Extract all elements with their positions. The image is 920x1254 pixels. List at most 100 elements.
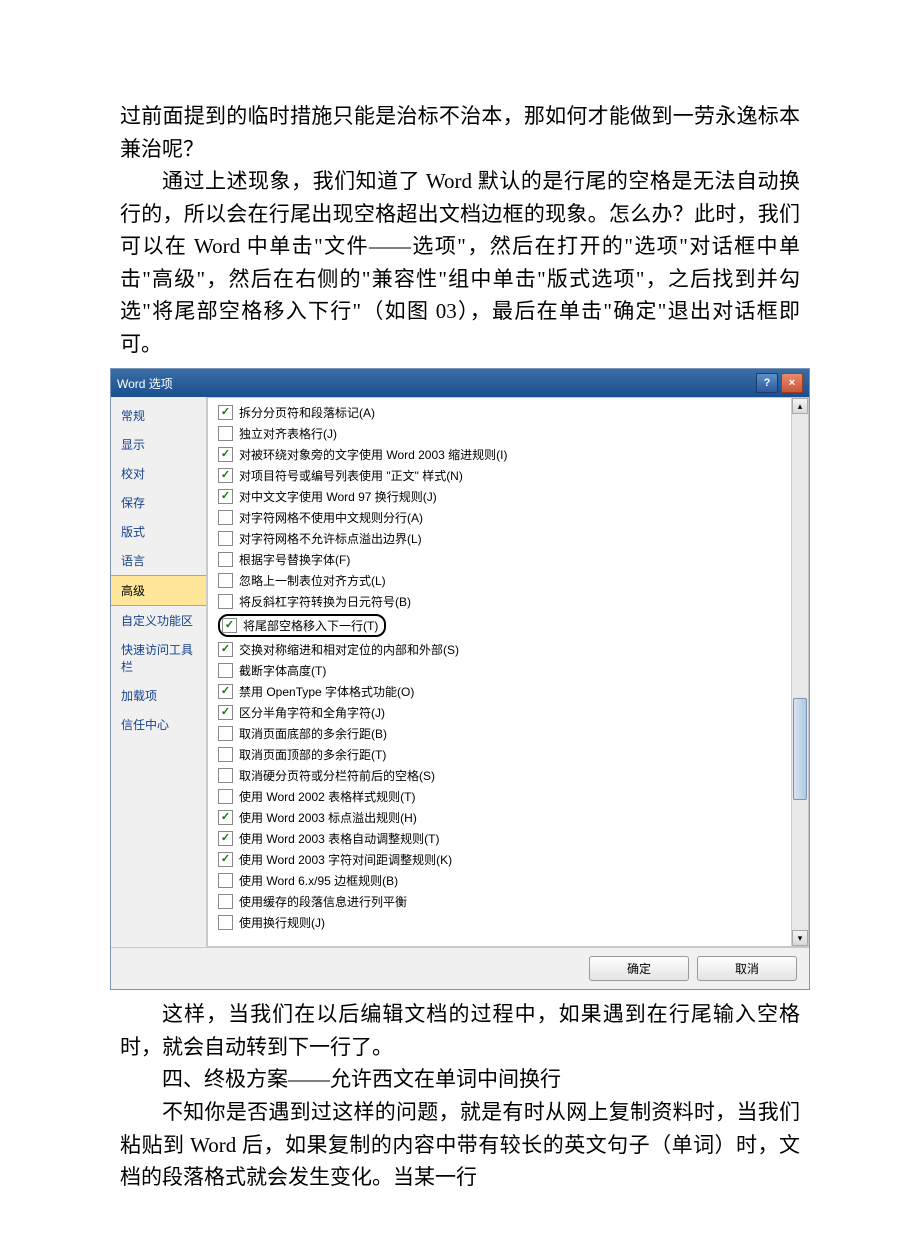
checkbox-icon[interactable] <box>218 705 233 720</box>
option-row[interactable]: 对项目符号或编号列表使用 "正文" 样式(N) <box>218 465 808 486</box>
option-label: 使用换行规则(J) <box>239 914 325 931</box>
option-row[interactable]: 取消页面顶部的多余行距(T) <box>218 744 808 765</box>
dialog-body: 常规显示校对保存版式语言高级自定义功能区快速访问工具栏加载项信任中心 拆分分页符… <box>111 397 809 947</box>
sidebar-item[interactable]: 信任中心 <box>111 710 206 739</box>
checkbox-icon[interactable] <box>218 447 233 462</box>
checkbox-icon[interactable] <box>218 810 233 825</box>
checkbox-icon[interactable] <box>218 468 233 483</box>
checkbox-icon[interactable] <box>218 831 233 846</box>
checkbox-icon[interactable] <box>218 789 233 804</box>
option-label: 对字符网格不使用中文规则分行(A) <box>239 509 423 526</box>
option-label: 取消页面底部的多余行距(B) <box>239 725 387 742</box>
checkbox-icon[interactable] <box>218 594 233 609</box>
option-row[interactable]: 使用 Word 6.x/95 边框规则(B) <box>218 870 808 891</box>
option-label: 根据字号替换字体(F) <box>239 551 350 568</box>
option-label: 交换对称缩进和相对定位的内部和外部(S) <box>239 641 459 658</box>
cancel-button[interactable]: 取消 <box>697 956 797 981</box>
option-row[interactable]: 对中文文字使用 Word 97 换行规则(J) <box>218 486 808 507</box>
checkbox-icon[interactable] <box>218 426 233 441</box>
paragraph-4: 不知你是否遇到过这样的问题，就是有时从网上复制资料时，当我们粘贴到 Word 后… <box>120 1096 800 1194</box>
option-row[interactable]: 将尾部空格移入下一行(T) <box>218 612 808 639</box>
checkbox-icon[interactable] <box>218 915 233 930</box>
checkbox-icon[interactable] <box>218 852 233 867</box>
option-label: 拆分分页符和段落标记(A) <box>239 404 375 421</box>
option-row[interactable]: 区分半角字符和全角字符(J) <box>218 702 808 723</box>
checkbox-icon[interactable] <box>218 768 233 783</box>
scrollbar[interactable]: ▴ ▾ <box>791 398 808 946</box>
options-list: 拆分分页符和段落标记(A) 独立对齐表格行(J) 对被环绕对象旁的文字使用 Word… <box>218 402 808 933</box>
checkbox-icon[interactable] <box>218 894 233 909</box>
scroll-down-icon[interactable]: ▾ <box>792 930 808 946</box>
paragraph-1: 过前面提到的临时措施只能是治标不治本，那如何才能做到一劳永逸标本兼治呢？ <box>120 100 800 165</box>
checkbox-icon[interactable] <box>218 510 233 525</box>
option-label: 取消硬分页符或分栏符前后的空格(S) <box>239 767 435 784</box>
option-row[interactable]: 取消页面底部的多余行距(B) <box>218 723 808 744</box>
sidebar-item[interactable]: 自定义功能区 <box>111 606 206 635</box>
highlighted-option[interactable]: 将尾部空格移入下一行(T) <box>218 614 386 637</box>
scroll-thumb[interactable] <box>793 698 807 800</box>
heading-4: 四、终极方案——允许西文在单词中间换行 <box>120 1063 800 1096</box>
option-row[interactable]: 使用 Word 2003 字符对间距调整规则(K) <box>218 849 808 870</box>
option-row[interactable]: 使用 Word 2002 表格样式规则(T) <box>218 786 808 807</box>
option-row[interactable]: 禁用 OpenType 字体格式功能(O) <box>218 681 808 702</box>
close-button[interactable]: × <box>781 373 803 393</box>
checkbox-icon[interactable] <box>218 552 233 567</box>
option-label: 区分半角字符和全角字符(J) <box>239 704 385 721</box>
checkbox-icon[interactable] <box>218 726 233 741</box>
option-row[interactable]: 对字符网格不允许标点溢出边界(L) <box>218 528 808 549</box>
dialog-footer: 确定 取消 <box>111 947 809 989</box>
sidebar-item[interactable]: 高级 <box>111 575 206 606</box>
option-row[interactable]: 截断字体高度(T) <box>218 660 808 681</box>
sidebar-item[interactable]: 保存 <box>111 488 206 517</box>
option-label: 将尾部空格移入下一行(T) <box>243 617 378 634</box>
help-button[interactable]: ? <box>756 373 778 393</box>
option-row[interactable]: 忽略上一制表位对齐方式(L) <box>218 570 808 591</box>
option-label: 使用 Word 2003 字符对间距调整规则(K) <box>239 851 452 868</box>
option-label: 忽略上一制表位对齐方式(L) <box>239 572 386 589</box>
option-label: 取消页面顶部的多余行距(T) <box>239 746 386 763</box>
option-label: 使用 Word 6.x/95 边框规则(B) <box>239 872 398 889</box>
sidebar-item[interactable]: 显示 <box>111 430 206 459</box>
option-row[interactable]: 独立对齐表格行(J) <box>218 423 808 444</box>
checkbox-icon[interactable] <box>218 873 233 888</box>
checkbox-icon[interactable] <box>222 618 237 633</box>
checkbox-icon[interactable] <box>218 663 233 678</box>
option-row[interactable]: 使用缓存的段落信息进行列平衡 <box>218 891 808 912</box>
document-page: 过前面提到的临时措施只能是治标不治本，那如何才能做到一劳永逸标本兼治呢？ 通过上… <box>0 0 920 1254</box>
dialog-titlebar: Word 选项 ? × <box>111 369 809 397</box>
checkbox-icon[interactable] <box>218 405 233 420</box>
option-row[interactable]: 对字符网格不使用中文规则分行(A) <box>218 507 808 528</box>
sidebar-item[interactable]: 语言 <box>111 546 206 575</box>
sidebar-item[interactable]: 常规 <box>111 401 206 430</box>
option-row[interactable]: 使用 Word 2003 表格自动调整规则(T) <box>218 828 808 849</box>
option-label: 对被环绕对象旁的文字使用 Word 2003 缩进规则(I) <box>239 446 507 463</box>
option-row[interactable]: 对被环绕对象旁的文字使用 Word 2003 缩进规则(I) <box>218 444 808 465</box>
checkbox-icon[interactable] <box>218 573 233 588</box>
checkbox-icon[interactable] <box>218 531 233 546</box>
option-row[interactable]: 使用换行规则(J) <box>218 912 808 933</box>
option-label: 将反斜杠字符转换为日元符号(B) <box>239 593 411 610</box>
option-row[interactable]: 将反斜杠字符转换为日元符号(B) <box>218 591 808 612</box>
option-row[interactable]: 根据字号替换字体(F) <box>218 549 808 570</box>
option-row[interactable]: 取消硬分页符或分栏符前后的空格(S) <box>218 765 808 786</box>
option-row[interactable]: 使用 Word 2003 标点溢出规则(H) <box>218 807 808 828</box>
word-options-screenshot: Word 选项 ? × 常规显示校对保存版式语言高级自定义功能区快速访问工具栏加… <box>110 368 810 990</box>
options-panel: 拆分分页符和段落标记(A) 独立对齐表格行(J) 对被环绕对象旁的文字使用 Word… <box>207 397 809 947</box>
sidebar-item[interactable]: 快速访问工具栏 <box>111 635 206 681</box>
option-label: 使用 Word 2003 表格自动调整规则(T) <box>239 830 439 847</box>
dialog-sidebar: 常规显示校对保存版式语言高级自定义功能区快速访问工具栏加载项信任中心 <box>111 397 207 947</box>
sidebar-item[interactable]: 加载项 <box>111 681 206 710</box>
option-label: 对中文文字使用 Word 97 换行规则(J) <box>239 488 437 505</box>
ok-button[interactable]: 确定 <box>589 956 689 981</box>
option-label: 禁用 OpenType 字体格式功能(O) <box>239 683 414 700</box>
checkbox-icon[interactable] <box>218 642 233 657</box>
sidebar-item[interactable]: 校对 <box>111 459 206 488</box>
checkbox-icon[interactable] <box>218 747 233 762</box>
option-row[interactable]: 拆分分页符和段落标记(A) <box>218 402 808 423</box>
scroll-up-icon[interactable]: ▴ <box>792 398 808 414</box>
option-label: 独立对齐表格行(J) <box>239 425 337 442</box>
sidebar-item[interactable]: 版式 <box>111 517 206 546</box>
checkbox-icon[interactable] <box>218 489 233 504</box>
checkbox-icon[interactable] <box>218 684 233 699</box>
option-row[interactable]: 交换对称缩进和相对定位的内部和外部(S) <box>218 639 808 660</box>
